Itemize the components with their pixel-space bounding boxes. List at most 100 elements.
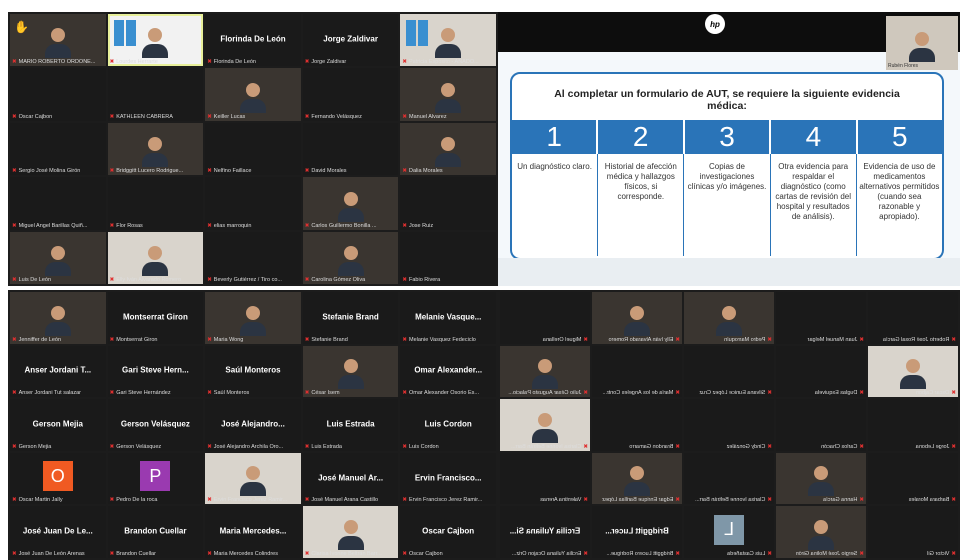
participant-name: Manuel Alvarez: [409, 113, 447, 120]
participant-tile[interactable]: Saúl Monteros ✖ Saúl Monteros: [205, 345, 301, 398]
participant-tile[interactable]: Anser Jordani T... ✖ Anser Jordani Tut sal…: [10, 345, 106, 398]
participant-tile[interactable]: ✖ David Morales: [302, 122, 399, 176]
participant-tile[interactable]: ✖ Fernando Velásquez: [302, 68, 399, 121]
participant-tile[interactable]: Melanie Vasque... ✖ Melanie Vasquez Fedeci…: [400, 292, 496, 344]
participant-tile[interactable]: ✖ César Isem: [302, 345, 399, 398]
participant-tile[interactable]: ✖ Jose Ruiz: [400, 177, 496, 230]
muted-mic-icon: ✖: [304, 59, 310, 66]
participant-tile[interactable]: ✖ Fabio Rivera: [400, 231, 496, 284]
participant-tile[interactable]: ✖ Miguel Angel Barillas Quiñ...: [10, 177, 106, 230]
participant-tile[interactable]: Gerson Mejia ✖ Gerson Mejia: [10, 399, 106, 451]
participant-tile[interactable]: Montserrat Giron ✖ Montserrat Giron: [107, 292, 204, 344]
participant-video: [624, 466, 650, 497]
participant-tile[interactable]: ✖Victor Gil: [868, 506, 958, 558]
participant-tile[interactable]: ✖Barbara Morales: [868, 452, 958, 505]
participant-tile[interactable]: L ✖Luis Castañeda: [684, 506, 774, 558]
participant-tile[interactable]: ✖ Lourdes Herrarte: [107, 14, 204, 67]
participant-tile[interactable]: ✖Hanna García: [776, 452, 866, 505]
participant-tile[interactable]: Florinda De León ✖ Florinda De León: [205, 14, 301, 67]
participant-tile[interactable]: Oscar Cajbon ✖ Oscar Cajbon: [400, 506, 496, 558]
participant-name: Luis Castañeda: [727, 550, 766, 557]
participant-tile[interactable]: Brandon Cuellar ✖ Brandon Cuellar: [107, 506, 204, 558]
participant-tile[interactable]: P ✖ Pedro De la roca: [107, 452, 204, 505]
participant-name: Elly Iván Alvarado Romero: [116, 277, 182, 283]
participant-tile[interactable]: O ✖ Oscar Martin Jally: [10, 452, 106, 505]
participant-tile[interactable]: Omar Alexander... ✖ Omar Alexander Osorio …: [400, 345, 496, 398]
participant-tile[interactable]: Gerson Velásquez ✖ Gerson Velásquez: [107, 399, 204, 451]
participant-tile[interactable]: ✖Cindy González: [684, 399, 774, 451]
participant-tile[interactable]: Gari Steve Hern... ✖ Gari Steve Hernández: [107, 345, 204, 398]
participant-tile[interactable]: ✖Clarisa Ivonne Beltrán Barr...: [684, 452, 774, 505]
presenter-video[interactable]: Rubén Flores: [886, 16, 958, 70]
participant-tile[interactable]: José Alejandro... ✖ José Alejandro Archila…: [205, 399, 301, 451]
participant-name-label: ✖Luis Castañeda: [686, 551, 772, 557]
participant-tile[interactable]: ✖Pedro Marroquín: [684, 292, 774, 344]
participant-tile[interactable]: ✖Miguel Orellana: [500, 292, 590, 344]
participant-tile[interactable]: Ercilia Yuliana Si... ✖Ercilia Yuliana Oc…: [500, 506, 590, 558]
participant-tile[interactable]: ✖Edgar Enrique Barillas López: [592, 452, 682, 505]
muted-mic-icon: ✖: [859, 336, 864, 343]
participant-tile[interactable]: ✖ Patricia Esposito - ANADO...: [400, 14, 496, 67]
participant-tile[interactable]: ✖Clarisa Ivonne Beltrán Barr...: [302, 506, 399, 558]
participant-tile[interactable]: ✖Duglas Esquivela: [776, 345, 866, 398]
participant-tile[interactable]: ✖ Carlos Guillermo Bonilla ...: [302, 177, 399, 230]
participant-tile[interactable]: ✖Brandon Gamarro: [592, 399, 682, 451]
participant-name-label: ✖Oscar Cajbon: [402, 551, 494, 557]
muted-mic-icon: ✖: [304, 113, 310, 120]
participant-display-name: José Juan De Le...: [22, 526, 93, 536]
participant-tile[interactable]: ✖ Carolina Gómez Oliva: [302, 231, 399, 284]
participant-display-name: Gerson Mejia: [32, 419, 83, 429]
participant-name: Sergio José Molina Girón: [18, 168, 81, 175]
participant-tile[interactable]: ✖Carlos Chacón: [776, 399, 866, 451]
participant-tile[interactable]: ✖ Ervin Francisco Jerez Ramir...: [205, 452, 301, 505]
participant-tile[interactable]: ✖Juan Manuel Melgar: [776, 292, 866, 344]
participant-name-label: ✖Carlos Chacón: [778, 444, 864, 450]
participant-display-name: Ercilia Yuliana Si...: [509, 526, 581, 536]
participant-tile[interactable]: Bridggitt Lucer... ✖Bridggitt Lucero Rodr…: [592, 506, 682, 558]
participant-tile[interactable]: ✖ Keiller Lucas: [205, 68, 301, 121]
participant-tile[interactable]: ✋ ✖ MARIO ROBERTO ORDOÑE...: [10, 14, 106, 67]
participant-tile[interactable]: ✖Oscar Cajbon: [10, 68, 106, 121]
participant-tile[interactable]: Ervin Francisco... ✖ Ervin Francisco Jerez…: [400, 452, 496, 505]
participant-tile[interactable]: ✖Elly Iván Alvarado Romero: [592, 292, 682, 344]
muted-mic-icon: ✖: [109, 336, 115, 343]
participant-tile[interactable]: Maria Mercedes... ✖ Maria Mercedes Colindr…: [205, 506, 301, 558]
participant-tile[interactable]: ✖Roberto José Rosal García: [868, 292, 958, 344]
participant-tile[interactable]: ✖Julio César Augusto Palacio...: [500, 345, 590, 398]
participant-name-label: ✖Valentina Arenas: [502, 497, 588, 503]
participant-tile[interactable]: Jorge Zaldivar ✖ Jorge Zaldivar: [302, 14, 399, 67]
participant-tile[interactable]: ✖ Nelfino Faillace: [205, 122, 301, 176]
participant-name-label: ✖ Gari Steve Hernández: [110, 390, 202, 396]
participant-tile[interactable]: ✖ Jenniffer de León: [10, 292, 106, 344]
participant-tile[interactable]: ✖ elias marroquin: [205, 177, 301, 230]
participant-tile[interactable]: ✖ Maria Wong: [205, 292, 301, 344]
participant-name: Oscar Cajbon: [18, 113, 53, 120]
participant-tile[interactable]: ✖Sergio José Molina Girón: [776, 506, 866, 558]
participant-tile[interactable]: José Manuel Ar... ✖ José Manuel Arana Cast…: [302, 452, 399, 505]
participant-tile[interactable]: ✖Valentina Arenas: [500, 452, 590, 505]
participant-tile[interactable]: Luis Cordon ✖ Luis Cordon: [400, 399, 496, 451]
muted-mic-icon: ✖: [675, 550, 680, 557]
participant-tile[interactable]: ✖ Bridggitt Lucero Rodrigue...: [107, 122, 204, 176]
muted-mic-icon: ✖: [402, 336, 407, 343]
participant-name-label: ✖ Pedro De la roca: [110, 497, 202, 503]
participant-tile[interactable]: ✖ Beverly Gutiérrez / Tiro co...: [205, 231, 301, 284]
participant-name-label: ✖ Fernando Velásquez: [305, 114, 397, 120]
participant-name-label: ✖María de los Ángeles Contr...: [594, 390, 680, 396]
participant-tile[interactable]: ✖Jorge Lebona: [868, 399, 958, 451]
participant-tile[interactable]: ✖Silvana Eunice López Cruz: [684, 345, 774, 398]
participant-tile[interactable]: ✖Elly Iván Alvarado Romero: [107, 231, 204, 284]
participant-tile[interactable]: ✖ Luis De León: [10, 231, 106, 284]
participant-tile[interactable]: Luis Estrada ✖ Luis Estrada: [302, 399, 399, 451]
participant-tile[interactable]: José Juan De Le... ✖ José Juan De León Are…: [10, 506, 106, 558]
participant-tile[interactable]: ✖María de los Ángeles Contr...: [592, 345, 682, 398]
participant-tile[interactable]: ✖ KATHLEEN CABRERA: [107, 68, 204, 121]
participant-tile[interactable]: ✖ Dalia Morales: [400, 122, 496, 176]
participant-tile[interactable]: ✖ Manuel Alvarez: [400, 68, 496, 121]
participant-tile[interactable]: ✖Clarisa Ivonne Beltrán Barr...: [500, 399, 590, 451]
participant-tile[interactable]: Stefanie Brand ✖ Stefanie Brand: [302, 292, 399, 344]
participant-tile[interactable]: ✖Sergio José Molina Girón: [10, 122, 106, 176]
participant-tile[interactable]: ✖Oscar Cajbon: [868, 345, 958, 398]
participant-name: Oscar Cajbon: [409, 550, 443, 557]
participant-tile[interactable]: ✖ Flor Rosas: [107, 177, 204, 230]
